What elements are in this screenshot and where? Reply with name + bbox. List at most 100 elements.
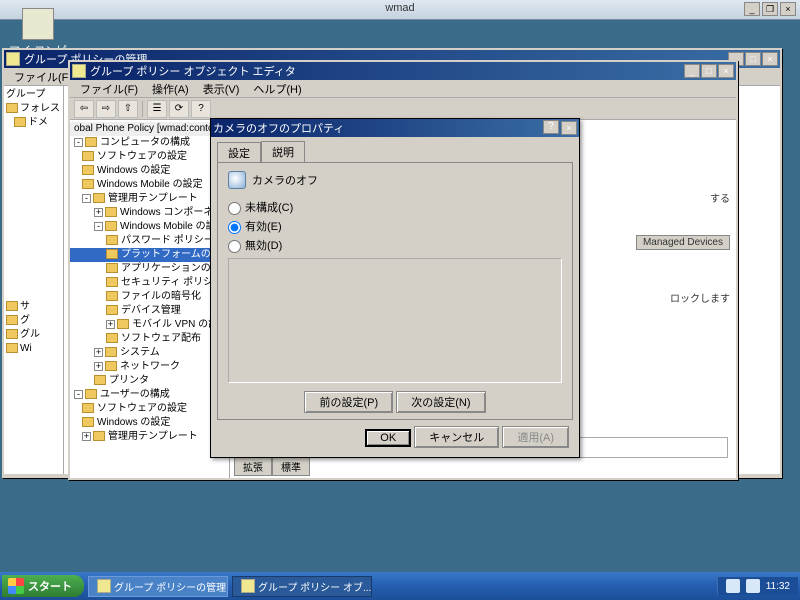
folder-icon: [105, 221, 117, 231]
collapse-icon[interactable]: -: [74, 390, 83, 399]
folder-icon: [106, 333, 118, 343]
tree-node: Windows の設定: [70, 164, 229, 178]
next-setting-button[interactable]: 次の設定(N): [396, 391, 485, 413]
tab-standard[interactable]: 標準: [272, 458, 310, 476]
up-button[interactable]: ⇧: [118, 100, 138, 118]
folder-icon: [6, 343, 18, 353]
radio-group: 未構成(C) 有効(E) 無効(D): [228, 199, 562, 253]
top-close-button[interactable]: ×: [780, 2, 796, 16]
tree-node: Wi: [6, 342, 61, 356]
tree-node: -ユーザーの構成: [70, 388, 229, 402]
close-button[interactable]: ×: [762, 52, 778, 66]
folder-icon: [106, 277, 118, 287]
tree-node-selected: プラットフォームのロッ: [70, 248, 229, 262]
properties-button[interactable]: ☰: [147, 100, 167, 118]
maximize-button[interactable]: □: [745, 52, 761, 66]
folder-icon: [82, 179, 94, 189]
folder-icon: [82, 151, 94, 161]
expand-icon[interactable]: +: [106, 320, 115, 329]
folder-icon: [82, 403, 94, 413]
tree-node: +モバイル VPN の設定: [70, 318, 229, 332]
top-minimize-button[interactable]: _: [744, 2, 760, 16]
folder-icon: [94, 375, 106, 385]
dialog-title: カメラのオフのプロパティ: [213, 120, 344, 136]
top-taskbar-title: wmad: [385, 2, 414, 14]
expand-icon[interactable]: +: [94, 348, 103, 357]
back-button[interactable]: ⇦: [74, 100, 94, 118]
tree-node: -コンピュータの構成: [70, 136, 229, 150]
computer-icon: [22, 8, 54, 40]
tree-node: グ: [6, 314, 61, 328]
tree-node: -管理用テンプレート: [70, 192, 229, 206]
folder-icon: [85, 137, 97, 147]
tab-setting[interactable]: 設定: [217, 142, 261, 163]
menu-help[interactable]: ヘルプ(H): [247, 80, 307, 98]
tree-node: グル: [6, 328, 61, 342]
policy-icon: [228, 171, 246, 189]
taskbar: スタート グループ ポリシーの管理 グループ ポリシー オブ... 11:32: [0, 572, 800, 600]
tray-icon[interactable]: [726, 579, 740, 593]
maximize-button[interactable]: □: [701, 64, 717, 78]
tree-node: +Windows コンポーネント: [70, 206, 229, 220]
ok-button[interactable]: OK: [365, 429, 411, 447]
toolbar: ⇦ ⇨ ⇧ ☰ ⟳ ?: [70, 98, 736, 120]
app-icon: [6, 52, 20, 66]
titlebar-gpo-editor[interactable]: グループ ポリシー オブジェクト エディタ _ □ ×: [70, 62, 736, 80]
managed-devices-button[interactable]: Managed Devices: [636, 235, 730, 250]
app-icon: [241, 579, 255, 593]
tab-explain[interactable]: 説明: [261, 141, 305, 162]
tray-icon[interactable]: [746, 579, 760, 593]
minimize-button[interactable]: _: [684, 64, 700, 78]
expand-icon[interactable]: +: [82, 432, 91, 441]
folder-icon: [6, 103, 18, 113]
system-tray[interactable]: 11:32: [717, 577, 798, 595]
folder-icon: [93, 193, 105, 203]
radio-enabled[interactable]: 有効(E): [228, 218, 562, 234]
forward-button[interactable]: ⇨: [96, 100, 116, 118]
cancel-button[interactable]: キャンセル: [414, 426, 499, 448]
description-area: [228, 258, 562, 383]
folder-icon: [105, 207, 117, 217]
menu-action[interactable]: 操作(A): [146, 80, 195, 98]
folder-icon: [93, 431, 105, 441]
tree-node: +ネットワーク: [70, 360, 229, 374]
folder-icon: [106, 305, 118, 315]
folder-icon: [6, 329, 18, 339]
radio-not-configured[interactable]: 未構成(C): [228, 199, 562, 215]
close-button[interactable]: ×: [718, 64, 734, 78]
menu-file[interactable]: ファイル(F): [74, 80, 144, 98]
tree-node: ソフトウェア配布: [70, 332, 229, 346]
folder-icon: [6, 315, 18, 325]
dialog-titlebar[interactable]: カメラのオフのプロパティ ? ×: [211, 119, 579, 137]
refresh-button[interactable]: ⟳: [169, 100, 189, 118]
top-restore-button[interactable]: ❐: [762, 2, 778, 16]
clock: 11:32: [766, 581, 790, 592]
tree-node: +管理用テンプレート: [70, 430, 229, 444]
tree-pane[interactable]: obal Phone Policy [wmad:conto -コンピュータの構成…: [70, 120, 230, 478]
taskbar-item-active[interactable]: グループ ポリシー オブ...: [232, 576, 372, 597]
collapse-icon[interactable]: -: [82, 194, 91, 203]
expand-icon[interactable]: +: [94, 362, 103, 371]
taskbar-item[interactable]: グループ ポリシーの管理: [88, 576, 228, 597]
tree-node: +システム: [70, 346, 229, 360]
folder-icon: [106, 249, 118, 259]
apply-button[interactable]: 適用(A): [502, 426, 569, 448]
radio-disabled[interactable]: 無効(D): [228, 237, 562, 253]
tree-node: Windows Mobile の設定: [70, 178, 229, 192]
tree-node: ドメ: [6, 116, 61, 130]
collapse-icon[interactable]: -: [74, 138, 83, 147]
context-help-button[interactable]: ?: [543, 120, 559, 134]
collapse-icon[interactable]: -: [94, 222, 103, 231]
tree-node: パスワード ポリシー: [70, 234, 229, 248]
help-button[interactable]: ?: [191, 100, 211, 118]
prev-setting-button[interactable]: 前の設定(P): [304, 391, 393, 413]
close-button[interactable]: ×: [561, 121, 577, 135]
folder-icon: [85, 389, 97, 399]
expand-icon[interactable]: +: [94, 208, 103, 217]
tab-extended[interactable]: 拡張: [234, 458, 272, 476]
menu-view[interactable]: 表示(V): [197, 80, 246, 98]
left-tree-pane[interactable]: グループ フォレス ドメ サ グ グル Wi: [4, 86, 64, 474]
folder-icon: [105, 361, 117, 371]
start-button[interactable]: スタート: [2, 575, 84, 597]
tree-header: グループ: [6, 88, 61, 102]
